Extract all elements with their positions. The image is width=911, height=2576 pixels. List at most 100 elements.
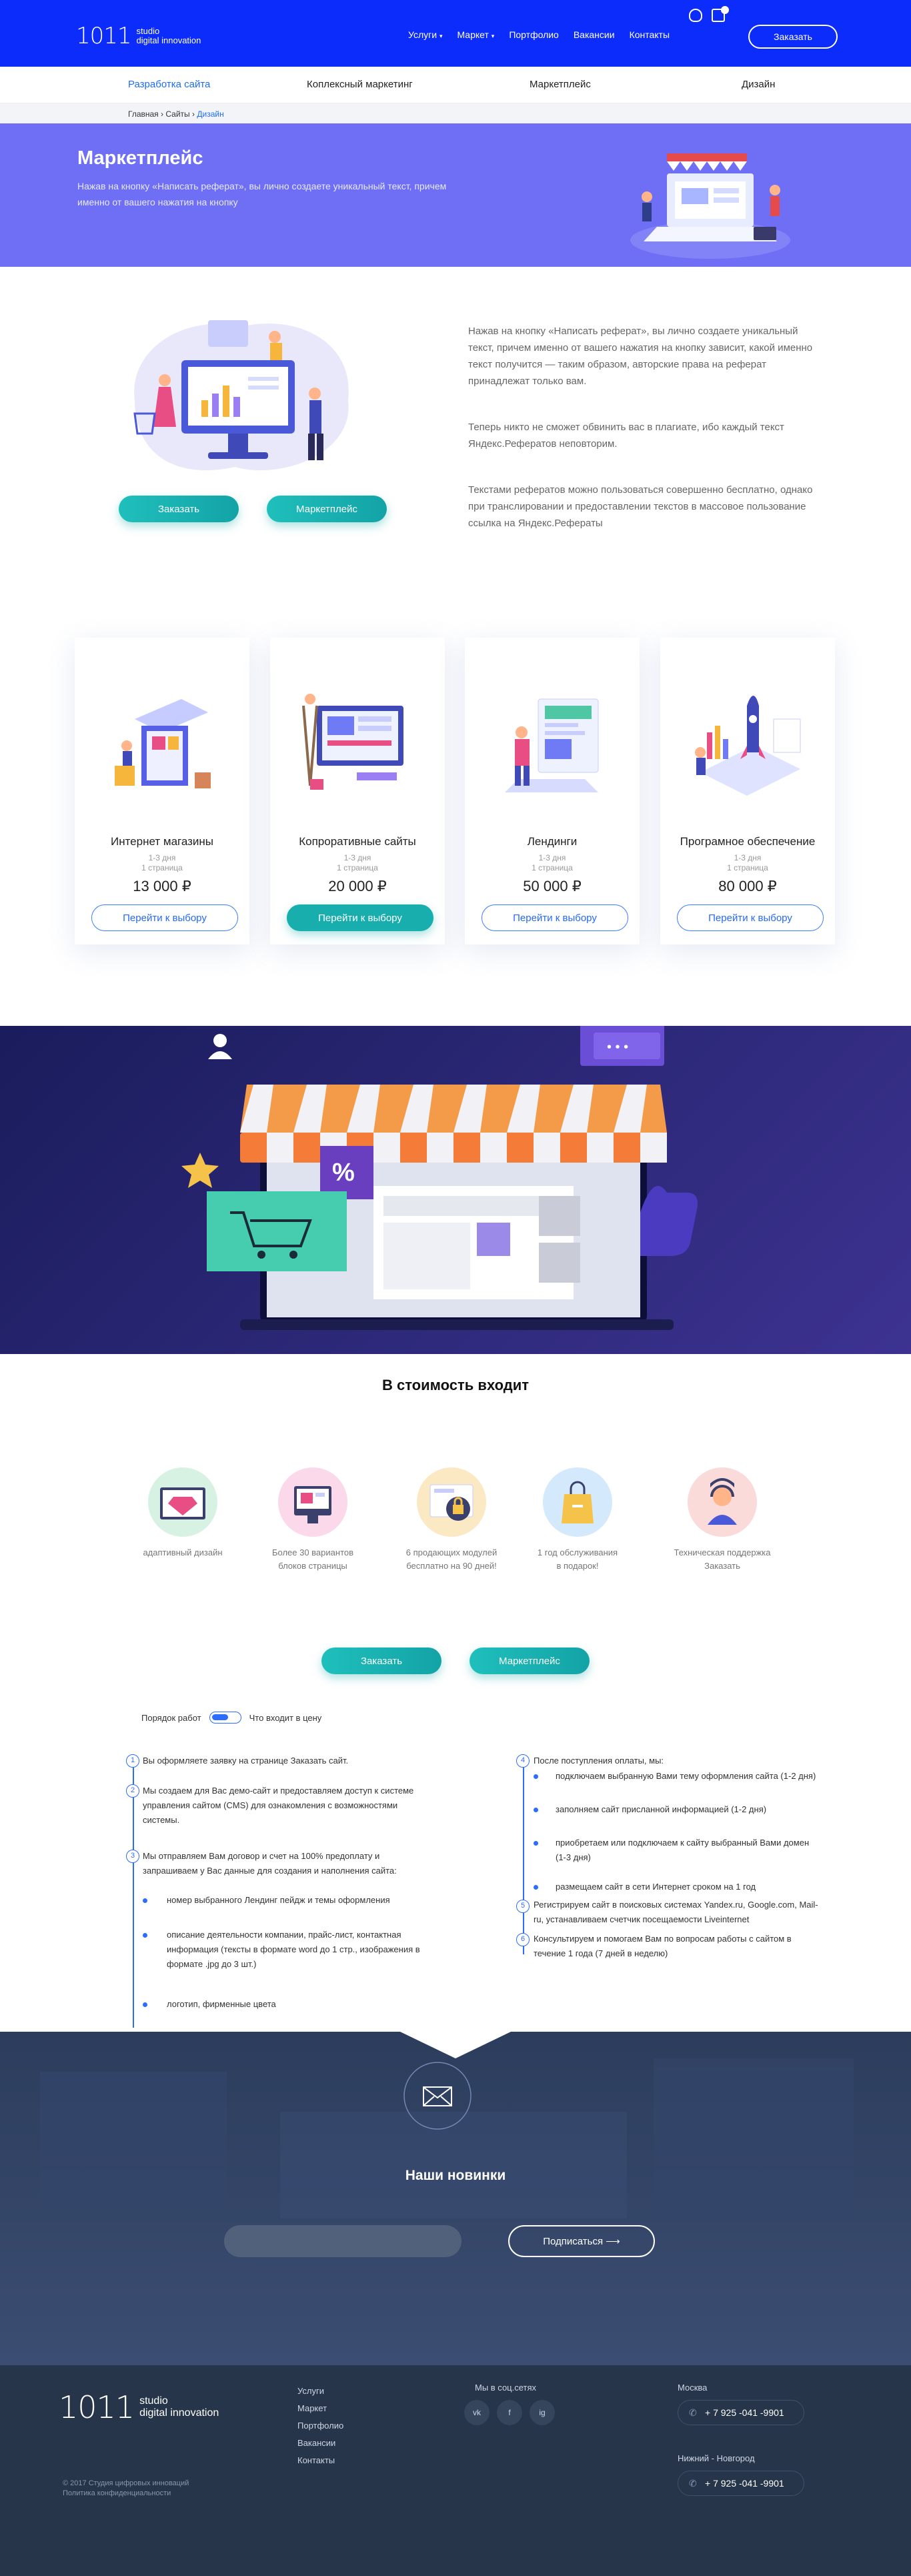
hero-text: Нажав на кнопку «Написать реферат», вы л… <box>77 181 447 207</box>
marketplace-illustration: • • • % <box>181 1026 698 1330</box>
lock-icon <box>417 1467 486 1537</box>
footer-link-uslugi[interactable]: Услуги <box>297 2383 343 2400</box>
phone-nn[interactable]: ✆ + 7 925 -041 -9901 <box>678 2471 804 2496</box>
subnav-design[interactable]: Дизайн <box>742 79 775 90</box>
hero-banner: Маркетплейс Нажав на кнопку «Написать ре… <box>0 123 911 267</box>
footer-link-contacts[interactable]: Контакты <box>297 2452 343 2469</box>
city-nn: Нижний - Новгород <box>678 2453 755 2463</box>
header-order-button[interactable]: Заказать <box>748 25 838 49</box>
intro-illustration <box>133 320 349 471</box>
intro-paragraph-1: Нажав на кнопку «Написать реферат», вы л… <box>468 326 813 387</box>
step-4: После поступления оплаты, мы: <box>534 1756 664 1766</box>
privacy-policy-link[interactable]: Политика конфиденциальности <box>63 2489 189 2499</box>
intro-section: Заказать Маркетплейс Нажав на кнопку «На… <box>0 267 911 640</box>
crumb-sites[interactable]: Сайты <box>165 109 189 119</box>
step-3-bullet-1: номер выбранного Лендинг пейдж и темы оф… <box>167 1895 390 1905</box>
include-adaptive: адаптивный дизайн <box>126 1467 239 1559</box>
card-pages: 1 страница <box>727 863 768 872</box>
subnav-marketplace[interactable]: Маркетплейс <box>530 79 591 90</box>
card-choose-button[interactable]: Перейти к выбору <box>91 904 238 931</box>
card-software[interactable]: Програмное обеспечение 1-3 дня 1 страниц… <box>660 638 835 944</box>
hero-illustration <box>630 153 790 259</box>
footer-link-vacancies[interactable]: Вакансии <box>297 2435 343 2452</box>
card-corporate-sites[interactable]: Копроративные сайты 1-3 дня 1 страница 2… <box>270 638 445 944</box>
card-title: Програмное обеспечение <box>680 835 816 848</box>
step-4-bullet-1: подключаем выбранную Вами тему оформлени… <box>556 1771 816 1781</box>
step-number: 4 <box>516 1754 530 1768</box>
card-title: Лендинги <box>527 835 578 848</box>
includes-marketplace-button[interactable]: Маркетплейс <box>470 1648 590 1674</box>
intro-paragraph-3: Текстами рефератов можно пользоваться со… <box>468 484 813 529</box>
instagram-icon[interactable]: ig <box>530 2400 555 2425</box>
chat-dots: • • • <box>607 1040 628 1055</box>
step-number: 1 <box>126 1754 139 1768</box>
card-price: 50 000 ₽ <box>523 878 582 894</box>
logo[interactable]: 1011 studio digital innovation <box>76 23 201 49</box>
email-input[interactable] <box>224 2225 462 2257</box>
card-choose-button[interactable]: Перейти к выбору <box>482 904 628 931</box>
subnav-marketing[interactable]: Коплексный маркетинг <box>307 79 413 90</box>
step-6: Консультируем и помогаем Вам по вопросам… <box>534 1934 792 1958</box>
arrow-right-icon: ⟶ <box>606 2236 620 2247</box>
intro-order-button[interactable]: Заказать <box>119 496 239 522</box>
card-landings[interactable]: Лендинги 1-3 дня 1 страница 50 000 ₽ Пер… <box>465 638 640 944</box>
includes-order-button[interactable]: Заказать <box>321 1648 441 1674</box>
nav-vacancies[interactable]: Вакансии <box>574 29 615 40</box>
support-order-link[interactable]: Заказать <box>704 1561 740 1571</box>
card-pages: 1 страница <box>141 863 183 872</box>
landing-illustration <box>505 698 599 792</box>
phone-moscow[interactable]: ✆ + 7 925 -041 -9901 <box>678 2400 804 2425</box>
step-3: Мы отправляем Вам договор и счет на 100%… <box>143 1851 397 1876</box>
headset-support-icon <box>688 1467 757 1537</box>
card-choose-button[interactable]: Перейти к выбору <box>677 904 824 931</box>
crumb-current: Дизайн <box>197 109 224 119</box>
include-support: Техническая поддержка Заказать <box>666 1467 779 1573</box>
page-title: Маркетплейс <box>77 147 203 169</box>
footer-link-portfolio[interactable]: Портфолио <box>297 2417 343 2435</box>
phone-icon: ✆ <box>689 2407 697 2418</box>
nav-contacts[interactable]: Контакты <box>630 29 670 40</box>
step-number: 2 <box>126 1784 139 1798</box>
logo-line2: digital innovation <box>136 35 201 45</box>
phone-icon: ✆ <box>689 2478 697 2489</box>
nav-uslugi[interactable]: Услуги ▾ <box>408 29 442 40</box>
subnav-web-dev[interactable]: Разработка сайта <box>128 79 210 90</box>
card-days: 1-3 дня <box>148 853 176 862</box>
site-header: 1011 studio digital innovation Услуги ▾ М… <box>0 0 911 67</box>
layout-blocks-icon <box>278 1467 347 1537</box>
subscribe-button[interactable]: Подписаться ⟶ <box>508 2225 655 2257</box>
main-nav: Услуги ▾ Маркет ▾ Портфолио Вакансии Кон… <box>408 29 670 40</box>
card-price: 13 000 ₽ <box>133 878 191 894</box>
user-icon[interactable] <box>689 9 702 22</box>
chevron-down-icon: ▾ <box>491 33 495 39</box>
copyright: © 2017 Студия цифровых инноваций <box>63 2479 189 2487</box>
vk-icon[interactable]: vk <box>464 2400 490 2425</box>
marketplace-banner: • • • % <box>0 1026 911 1354</box>
card-choose-button[interactable]: Перейти к выбору <box>287 904 433 931</box>
card-online-stores[interactable]: Интернет магазины 1-3 дня 1 страница 13 … <box>75 638 249 944</box>
intro-paragraph-2: Теперь никто не сможет обвинить вас в пл… <box>468 422 784 450</box>
nav-portfolio[interactable]: Портфолио <box>509 29 559 40</box>
gift-bag-icon <box>543 1467 612 1537</box>
step-3-bullet-3: логотип, фирменные цвета <box>167 1999 276 2009</box>
cart-icon[interactable] <box>712 6 729 22</box>
social-title: Мы в соц.сетях <box>475 2383 537 2393</box>
logo-line1: studio <box>136 26 160 36</box>
newsletter-title: Наши новинки <box>405 2168 506 2183</box>
nav-market[interactable]: Маркет ▾ <box>457 29 494 40</box>
include-modules: 6 продающих модулей бесплатно на 90 дней! <box>395 1467 508 1573</box>
footer-logo[interactable]: 1011 studio digital innovation <box>59 2389 219 2425</box>
crumb-home[interactable]: Главная <box>128 109 159 119</box>
step-4-bullet-4: размещаем сайт в сети Интернет сроком на… <box>556 1882 756 1892</box>
include-maintenance: 1 год обслуживания в подарок! <box>521 1467 634 1573</box>
facebook-icon[interactable]: f <box>497 2400 522 2425</box>
card-price: 20 000 ₽ <box>328 878 387 894</box>
intro-marketplace-button[interactable]: Маркетплейс <box>267 496 387 522</box>
card-title: Интернет магазины <box>110 835 214 848</box>
online-store-illustration <box>115 699 211 788</box>
logo-number: 1011 <box>76 23 132 49</box>
site-footer: 1011 studio digital innovation Услуги Мар… <box>0 2365 911 2576</box>
percent-sign: % <box>332 1159 355 1187</box>
card-pages: 1 страница <box>337 863 378 872</box>
footer-link-market[interactable]: Маркет <box>297 2400 343 2417</box>
